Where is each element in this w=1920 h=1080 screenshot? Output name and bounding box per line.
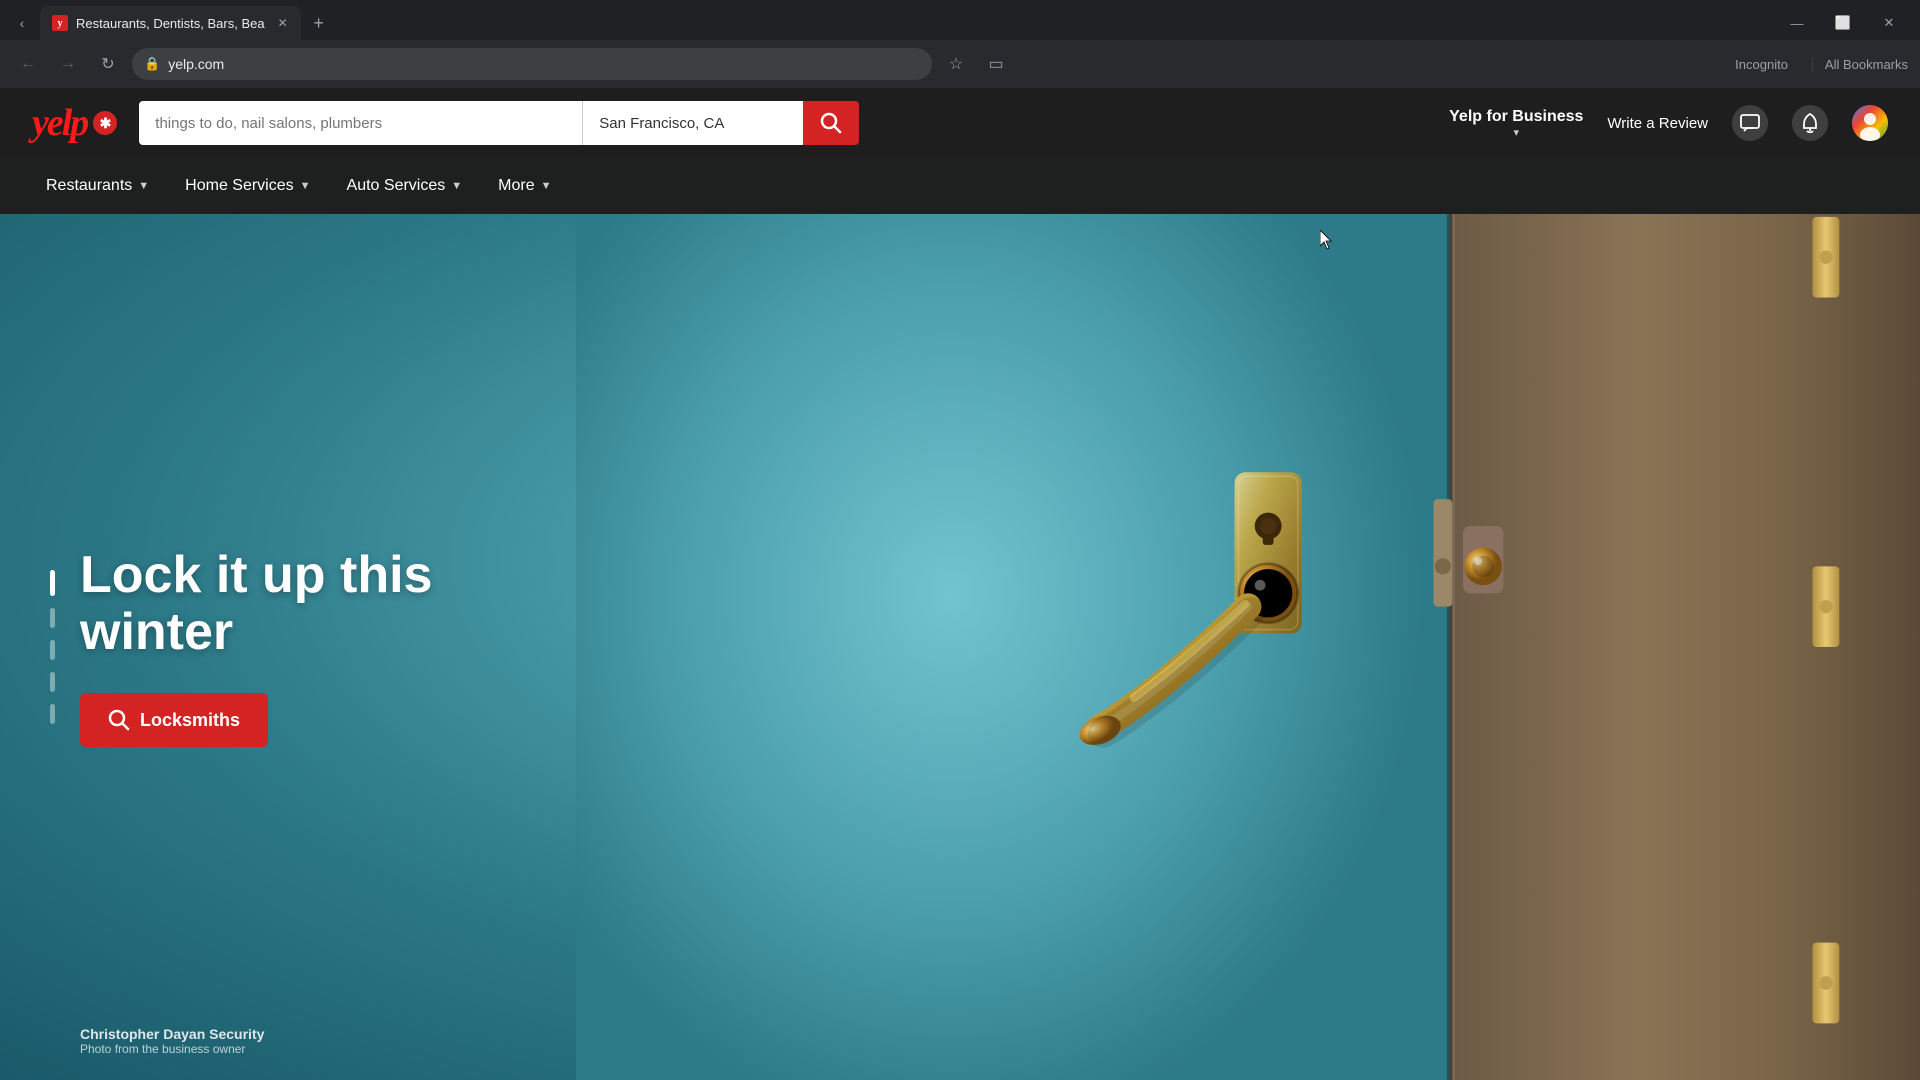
hero-image: [576, 214, 1920, 1080]
yelp-navbar: yelp ✱ Yelp for Business ▾: [0, 88, 1920, 158]
category-nav: Restaurants ▼ Home Services ▼ Auto Servi…: [0, 158, 1920, 214]
url-bar[interactable]: 🔒 yelp.com: [132, 48, 932, 80]
auto-services-label: Auto Services: [347, 177, 446, 195]
search-where-input[interactable]: [583, 101, 803, 145]
notifications-button[interactable]: [1792, 105, 1828, 141]
restaurants-label: Restaurants: [46, 177, 132, 195]
yelp-burst-icon: ✱: [91, 109, 119, 137]
slider-dot-3[interactable]: [50, 672, 55, 692]
lock-illustration: [576, 214, 1920, 1080]
business-chevron-icon: ▾: [1514, 126, 1520, 139]
search-what-input[interactable]: [139, 101, 582, 145]
yelp-logo[interactable]: yelp ✱: [32, 101, 119, 145]
hero-section: Lock it up thiswinter Locksmiths Christo…: [0, 214, 1920, 1080]
hero-content: Lock it up thiswinter Locksmiths: [0, 214, 500, 1080]
svg-text:✱: ✱: [100, 115, 112, 131]
refresh-button[interactable]: ↻: [92, 48, 124, 80]
avatar-icon: [1852, 105, 1888, 141]
messages-icon: [1740, 114, 1760, 132]
auto-services-nav-item[interactable]: Auto Services ▼: [333, 169, 477, 203]
slider-dot-1[interactable]: [50, 608, 55, 628]
cta-search-icon: [108, 709, 130, 731]
restaurants-chevron-icon: ▼: [138, 180, 149, 192]
minimize-button[interactable]: —: [1774, 6, 1820, 40]
yelp-page: yelp ✱ Yelp for Business ▾: [0, 88, 1920, 1080]
home-services-label: Home Services: [185, 177, 293, 195]
home-services-nav-item[interactable]: Home Services ▼: [171, 169, 324, 203]
url-text: yelp.com: [168, 56, 920, 72]
restaurants-nav-item[interactable]: Restaurants ▼: [32, 169, 163, 203]
tab-bar: ‹ y Restaurants, Dentists, Bars, Bea ✕ +…: [0, 0, 1920, 40]
slider-dot-2[interactable]: [50, 640, 55, 660]
photo-credit-desc: Photo from the business owner: [80, 1042, 264, 1056]
incognito-label: Incognito: [1735, 57, 1788, 72]
more-chevron-icon: ▼: [541, 180, 552, 192]
slider-indicators: [50, 570, 55, 724]
more-label: More: [498, 177, 534, 195]
slider-dot-active[interactable]: [50, 570, 55, 596]
forward-button[interactable]: →: [52, 48, 84, 80]
tab-favicon: y: [52, 15, 68, 31]
messages-button[interactable]: [1732, 105, 1768, 141]
slider-dot-4[interactable]: [50, 704, 55, 724]
tab-group-arrow[interactable]: ‹: [8, 9, 36, 37]
all-bookmarks-label[interactable]: All Bookmarks: [1825, 57, 1908, 72]
bookmark-star-button[interactable]: ☆: [940, 48, 972, 80]
sidebar-button[interactable]: ▭: [980, 48, 1012, 80]
cta-label: Locksmiths: [140, 710, 240, 731]
lock-icon: 🔒: [144, 56, 160, 72]
yelp-for-business-link[interactable]: Yelp for Business ▾: [1449, 107, 1583, 139]
yelp-for-business-label: Yelp for Business: [1449, 107, 1583, 126]
more-nav-item[interactable]: More ▼: [484, 169, 565, 203]
write-review-link[interactable]: Write a Review: [1607, 115, 1708, 132]
home-services-chevron-icon: ▼: [300, 180, 311, 192]
active-tab[interactable]: y Restaurants, Dentists, Bars, Bea ✕: [40, 6, 301, 40]
window-controls: — ⬜ ✕: [1774, 6, 1912, 40]
yelp-logo-text: yelp: [32, 101, 87, 145]
locksmiths-cta-button[interactable]: Locksmiths: [80, 693, 268, 747]
user-avatar[interactable]: [1852, 105, 1888, 141]
new-tab-button[interactable]: +: [305, 9, 333, 37]
search-icon: [820, 112, 842, 134]
browser-chrome: ‹ y Restaurants, Dentists, Bars, Bea ✕ +…: [0, 0, 1920, 88]
photo-credit: Christopher Dayan Security Photo from th…: [80, 1026, 264, 1056]
maximize-button[interactable]: ⬜: [1820, 6, 1866, 40]
write-review-label: Write a Review: [1607, 115, 1708, 132]
search-container: [139, 101, 859, 145]
incognito-section: Incognito: [1735, 57, 1796, 72]
nav-right: Yelp for Business ▾ Write a Review: [1449, 105, 1888, 141]
back-button[interactable]: ←: [12, 48, 44, 80]
tab-close-button[interactable]: ✕: [273, 13, 293, 33]
address-bar: ← → ↻ 🔒 yelp.com ☆ ▭ Incognito All Bookm…: [0, 40, 1920, 88]
search-button[interactable]: [803, 101, 859, 145]
photo-credit-name: Christopher Dayan Security: [80, 1026, 264, 1042]
close-window-button[interactable]: ✕: [1866, 6, 1912, 40]
hero-title: Lock it up thiswinter: [80, 547, 460, 661]
auto-services-chevron-icon: ▼: [451, 180, 462, 192]
tab-title: Restaurants, Dentists, Bars, Bea: [76, 16, 265, 31]
bell-icon: [1801, 113, 1819, 133]
